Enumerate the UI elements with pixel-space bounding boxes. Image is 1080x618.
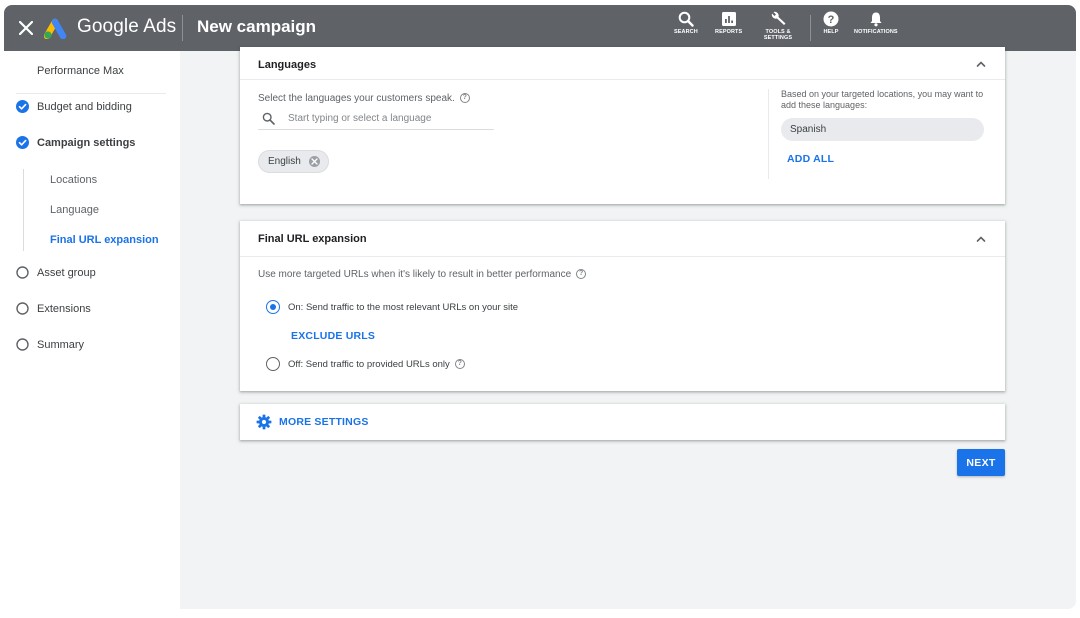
main-content: Languages Select the languages your cust… bbox=[180, 47, 1076, 609]
svg-text:?: ? bbox=[828, 14, 835, 26]
sidebar-item-label: Summary bbox=[37, 339, 85, 351]
exclude-urls-button[interactable]: EXCLUDE URLS bbox=[291, 330, 375, 342]
help-tool[interactable]: ? HELP bbox=[823, 11, 839, 35]
more-settings-button[interactable]: MORE SETTINGS bbox=[240, 404, 1005, 440]
app-window: Google Ads New campaign SEARCH REPORTS T… bbox=[4, 5, 1076, 609]
sidebar: Performance Max Budget and bidding Campa… bbox=[4, 51, 180, 609]
radio-off-label-text: Off: Send traffic to provided URLs only bbox=[288, 359, 450, 370]
final-url-expansion-card: Final URL expansion Use more targeted UR… bbox=[240, 221, 1005, 391]
help-tool-label: HELP bbox=[823, 29, 839, 35]
suggestion-divider bbox=[768, 89, 769, 179]
top-bar: Google Ads New campaign SEARCH REPORTS T… bbox=[4, 5, 1076, 51]
reports-tool-label: REPORTS bbox=[715, 29, 743, 35]
bell-icon bbox=[870, 12, 882, 27]
header-tools-divider bbox=[810, 15, 811, 41]
search-tool[interactable]: SEARCH bbox=[674, 11, 698, 35]
radio-url-expansion-on[interactable] bbox=[266, 300, 280, 314]
sidebar-sub-final-url-expansion[interactable]: Final URL expansion bbox=[50, 234, 159, 246]
selected-language-chip: English bbox=[258, 150, 329, 173]
help-circle-icon[interactable]: ? bbox=[454, 359, 465, 370]
chevron-up-icon[interactable] bbox=[975, 233, 987, 245]
languages-title: Languages bbox=[258, 59, 317, 71]
help-circle-icon[interactable]: ? bbox=[459, 93, 470, 104]
suggestion-text: Based on your targeted locations, you ma… bbox=[781, 89, 984, 110]
language-search bbox=[258, 107, 494, 130]
brand-name: Google Ads bbox=[77, 16, 177, 37]
languages-card: Languages Select the languages your cust… bbox=[240, 47, 1005, 204]
languages-card-header[interactable]: Languages bbox=[240, 47, 1005, 80]
empty-circle-icon bbox=[16, 302, 29, 315]
gear-icon bbox=[256, 414, 272, 430]
sidebar-sub-language[interactable]: Language bbox=[50, 204, 99, 216]
languages-prompt-text: Select the languages your customers spea… bbox=[258, 93, 455, 104]
subnav-tree-line bbox=[23, 169, 24, 251]
languages-prompt: Select the languages your customers spea… bbox=[258, 93, 470, 104]
sidebar-item-label: Campaign settings bbox=[37, 137, 136, 149]
sidebar-item-label: Performance Max bbox=[37, 65, 124, 77]
chip-label: English bbox=[268, 156, 301, 167]
tools-settings-label: TOOLS & SETTINGS bbox=[763, 29, 793, 41]
google-ads-logo-icon bbox=[44, 18, 67, 39]
check-circle-icon bbox=[16, 136, 29, 149]
reports-icon bbox=[721, 12, 736, 26]
help-icon: ? bbox=[823, 11, 839, 27]
remove-chip-icon[interactable] bbox=[308, 156, 320, 167]
radio-url-expansion-off[interactable] bbox=[266, 357, 280, 371]
url-expansion-description: Use more targeted URLs when it's likely … bbox=[258, 269, 587, 280]
chevron-up-icon[interactable] bbox=[975, 58, 987, 70]
suggested-language-chip[interactable]: Spanish bbox=[781, 118, 984, 141]
more-settings-label: MORE SETTINGS bbox=[279, 416, 369, 428]
page-title: New campaign bbox=[197, 17, 317, 36]
tools-settings-tool[interactable]: TOOLS & SETTINGS bbox=[760, 11, 796, 41]
notifications-tool[interactable]: NOTIFICATIONS bbox=[854, 11, 898, 35]
radio-on-label[interactable]: On: Send traffic to the most relevant UR… bbox=[288, 302, 518, 313]
wrench-icon bbox=[771, 11, 786, 25]
sidebar-item-label: Asset group bbox=[37, 267, 96, 279]
sidebar-divider bbox=[16, 93, 166, 94]
radio-off-label[interactable]: Off: Send traffic to provided URLs only? bbox=[288, 359, 465, 370]
header-divider bbox=[182, 15, 183, 41]
help-circle-icon[interactable]: ? bbox=[576, 269, 587, 280]
check-circle-icon bbox=[16, 100, 29, 113]
notifications-tool-label: NOTIFICATIONS bbox=[854, 29, 898, 35]
search-icon bbox=[678, 11, 694, 27]
sidebar-item-label: Budget and bidding bbox=[37, 101, 132, 113]
next-button[interactable]: NEXT bbox=[957, 449, 1005, 476]
empty-circle-icon bbox=[16, 266, 29, 279]
language-search-input[interactable] bbox=[288, 110, 488, 126]
url-expansion-description-text: Use more targeted URLs when it's likely … bbox=[258, 269, 572, 280]
sidebar-item-label: Extensions bbox=[37, 303, 91, 315]
url-card-header[interactable]: Final URL expansion bbox=[240, 221, 1005, 257]
empty-circle-icon bbox=[16, 338, 29, 351]
add-all-button[interactable]: ADD ALL bbox=[787, 153, 834, 165]
url-expansion-title: Final URL expansion bbox=[258, 233, 367, 245]
reports-tool[interactable]: REPORTS bbox=[715, 11, 742, 35]
close-icon[interactable] bbox=[14, 16, 38, 40]
search-icon bbox=[262, 112, 275, 125]
search-tool-label: SEARCH bbox=[674, 29, 698, 35]
sidebar-sub-locations[interactable]: Locations bbox=[50, 174, 97, 186]
